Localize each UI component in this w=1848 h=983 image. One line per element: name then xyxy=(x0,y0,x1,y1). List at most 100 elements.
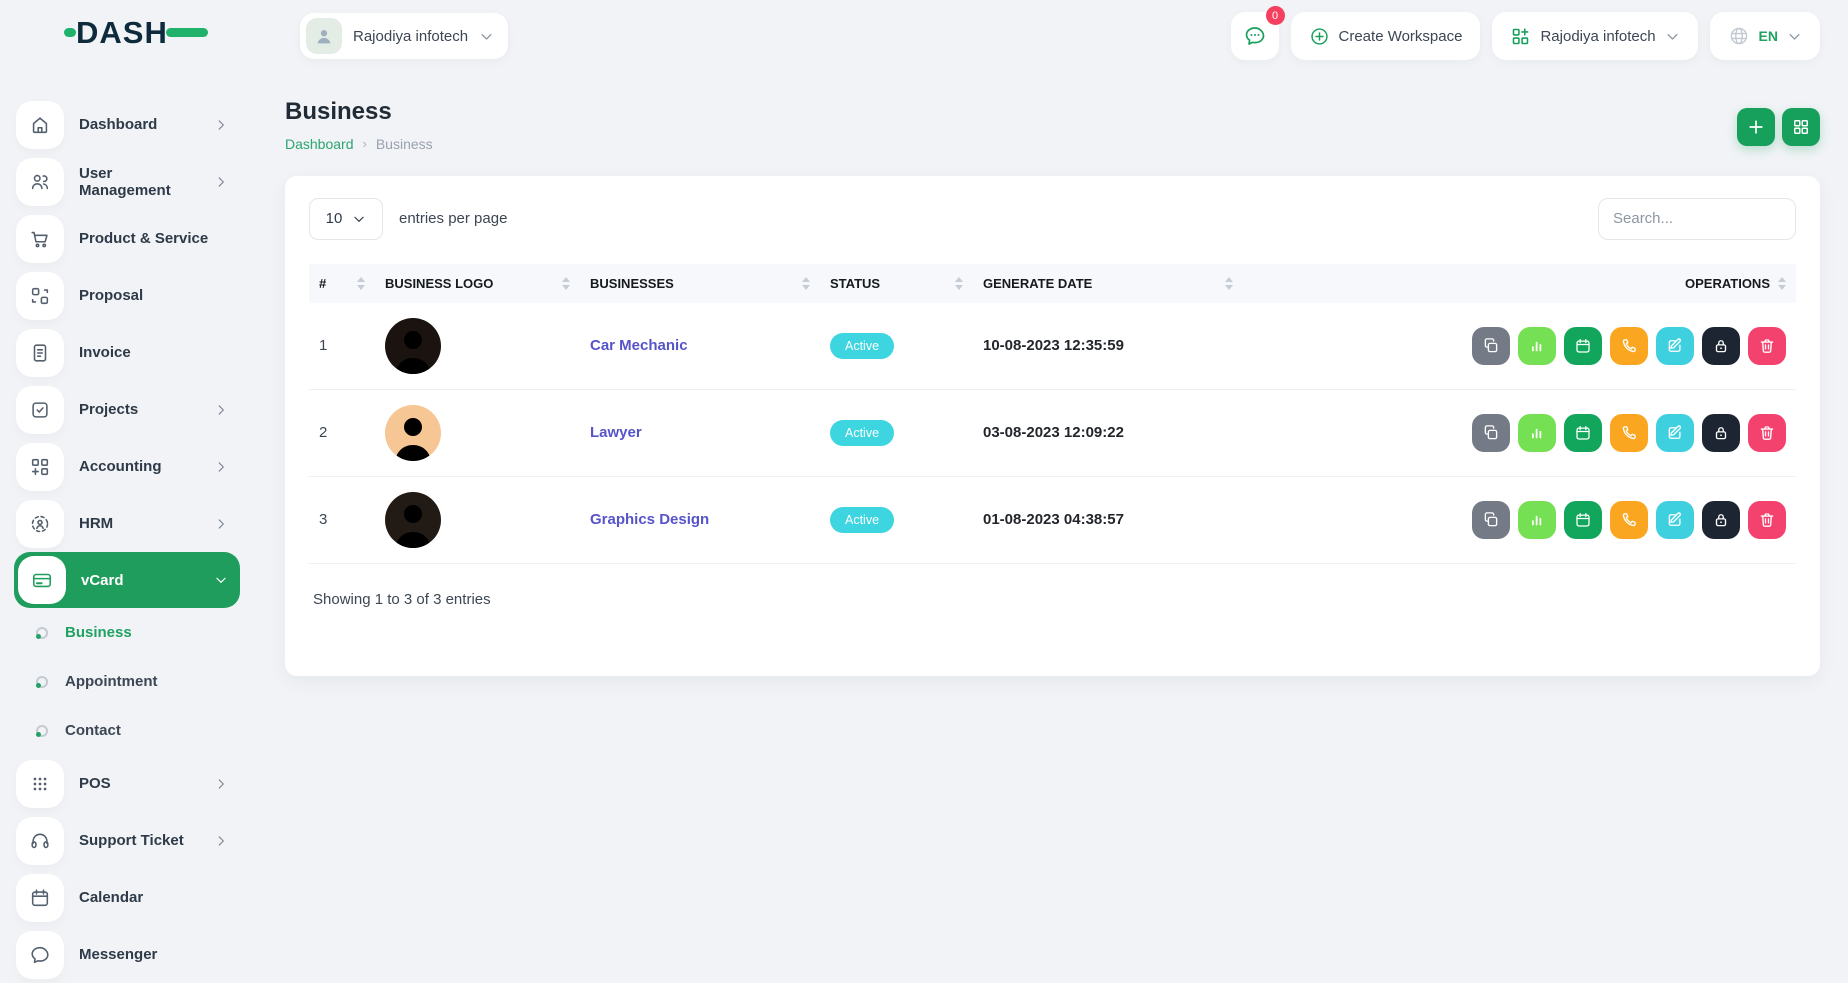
copy-icon xyxy=(1482,511,1500,529)
business-name-link[interactable]: Lawyer xyxy=(590,424,642,441)
phone-icon xyxy=(1620,424,1638,442)
contact-button[interactable] xyxy=(1610,327,1648,365)
accounting-icon xyxy=(16,443,64,491)
contact-button[interactable] xyxy=(1610,501,1648,539)
column-header-operations[interactable]: OPERATIONS xyxy=(1243,264,1796,303)
language-selector[interactable]: EN xyxy=(1710,12,1820,60)
messages-button[interactable]: 0 xyxy=(1231,12,1279,60)
edit-button[interactable] xyxy=(1656,327,1694,365)
sidebar-item-messenger[interactable]: Messenger xyxy=(16,926,240,983)
sidebar-subitem-contact[interactable]: Contact xyxy=(16,706,250,755)
delete-button[interactable] xyxy=(1748,414,1786,452)
copy-button[interactable] xyxy=(1472,414,1510,452)
workspace-name-label: Rajodiya infotech xyxy=(1540,28,1655,45)
sidebar-item-pos[interactable]: POS xyxy=(16,755,240,812)
add-business-button[interactable] xyxy=(1737,108,1775,146)
sidebar-item-calendar[interactable]: Calendar xyxy=(16,869,240,926)
sort-icon[interactable] xyxy=(955,277,963,290)
analytics-button[interactable] xyxy=(1518,327,1556,365)
column-header-business-logo[interactable]: BUSINESS LOGO xyxy=(375,264,580,303)
lock-icon xyxy=(1712,511,1730,529)
copy-button[interactable] xyxy=(1472,327,1510,365)
sidebar-item-invoice[interactable]: Invoice xyxy=(16,324,240,381)
sidebar-item-label: POS xyxy=(79,775,199,792)
grid-view-button[interactable] xyxy=(1782,108,1820,146)
workspace-selector[interactable]: Rajodiya infotech xyxy=(1492,12,1697,60)
sort-icon[interactable] xyxy=(802,277,810,290)
edit-button[interactable] xyxy=(1656,414,1694,452)
avatar xyxy=(306,18,342,54)
analytics-button[interactable] xyxy=(1518,414,1556,452)
sidebar-item-proposal[interactable]: Proposal xyxy=(16,267,240,324)
app-logo[interactable]: DASH xyxy=(64,17,208,48)
delete-button[interactable] xyxy=(1748,327,1786,365)
user-workspace-selector[interactable]: Rajodiya infotech xyxy=(300,13,508,59)
copy-button[interactable] xyxy=(1472,501,1510,539)
business-name-link[interactable]: Car Mechanic xyxy=(590,337,688,354)
sort-icon[interactable] xyxy=(1778,277,1786,290)
column-header-index[interactable]: # xyxy=(309,264,375,303)
contact-button[interactable] xyxy=(1610,414,1648,452)
sidebar-item-label: User Management xyxy=(79,165,199,199)
business-table: # BUSINESS LOGO BUSINESSES STATUS GENERA… xyxy=(309,264,1796,564)
vcard-icon xyxy=(18,556,66,604)
create-workspace-button[interactable]: Create Workspace xyxy=(1291,12,1481,60)
projects-icon xyxy=(16,386,64,434)
submenu-bullet-icon xyxy=(36,676,48,688)
plus-circle-icon xyxy=(1309,26,1330,47)
create-workspace-label: Create Workspace xyxy=(1339,28,1463,45)
sidebar-item-support-ticket[interactable]: Support Ticket xyxy=(16,812,240,869)
chevron-right-icon xyxy=(214,175,228,189)
row-index: 3 xyxy=(309,476,375,563)
column-header-generate-date[interactable]: GENERATE DATE xyxy=(973,264,1243,303)
grid-icon xyxy=(1791,117,1811,137)
analytics-button[interactable] xyxy=(1518,501,1556,539)
appointment-button[interactable] xyxy=(1564,327,1602,365)
sort-icon[interactable] xyxy=(1225,277,1233,290)
search-input[interactable] xyxy=(1598,198,1796,240)
sidebar-item-accounting[interactable]: Accounting xyxy=(16,438,240,495)
logo-text: DASH xyxy=(76,17,168,48)
sidebar-item-label: HRM xyxy=(79,515,199,532)
column-header-status[interactable]: STATUS xyxy=(820,264,973,303)
topbar-actions: 0 Create Workspace Rajodiya infotech EN xyxy=(1231,12,1820,60)
row-operations xyxy=(1253,501,1786,539)
sidebar-item-user-management[interactable]: User Management xyxy=(16,153,240,210)
sidebar-item-dashboard[interactable]: Dashboard xyxy=(16,96,240,153)
trash-icon xyxy=(1758,424,1776,442)
business-name-link[interactable]: Graphics Design xyxy=(590,511,709,528)
password-button[interactable] xyxy=(1702,414,1740,452)
sidebar-subitem-business[interactable]: Business xyxy=(16,608,250,657)
business-logo-image xyxy=(385,318,441,374)
delete-button[interactable] xyxy=(1748,501,1786,539)
sidebar-item-product-service[interactable]: Product & Service xyxy=(16,210,240,267)
sidebar-item-vcard[interactable]: vCard xyxy=(14,552,240,608)
breadcrumb: Dashboard › Business xyxy=(285,136,433,152)
breadcrumb-dashboard-link[interactable]: Dashboard xyxy=(285,136,354,152)
business-logo-image xyxy=(385,492,441,548)
appointment-button[interactable] xyxy=(1564,414,1602,452)
chevron-right-icon xyxy=(214,403,228,417)
cart-icon xyxy=(16,215,64,263)
column-header-businesses[interactable]: BUSINESSES xyxy=(580,264,820,303)
status-badge: Active xyxy=(830,420,894,446)
sidebar-item-hrm[interactable]: HRM xyxy=(16,495,240,552)
sidebar-item-label: Product & Service xyxy=(79,230,240,247)
chevron-down-icon xyxy=(1787,29,1802,44)
edit-button[interactable] xyxy=(1656,501,1694,539)
sort-icon[interactable] xyxy=(562,277,570,290)
globe-icon xyxy=(1728,25,1750,47)
language-label: EN xyxy=(1759,28,1778,44)
appointment-button[interactable] xyxy=(1564,501,1602,539)
status-badge: Active xyxy=(830,507,894,533)
sidebar-subitem-appointment[interactable]: Appointment xyxy=(16,657,250,706)
entries-per-page-select[interactable]: 10 xyxy=(309,198,383,240)
password-button[interactable] xyxy=(1702,501,1740,539)
sort-icon[interactable] xyxy=(357,277,365,290)
plus-icon xyxy=(1746,117,1766,137)
sidebar-item-projects[interactable]: Projects xyxy=(16,381,240,438)
bar-chart-icon xyxy=(1528,511,1546,529)
users-icon xyxy=(16,158,64,206)
sidebar-item-label: Projects xyxy=(79,401,199,418)
password-button[interactable] xyxy=(1702,327,1740,365)
